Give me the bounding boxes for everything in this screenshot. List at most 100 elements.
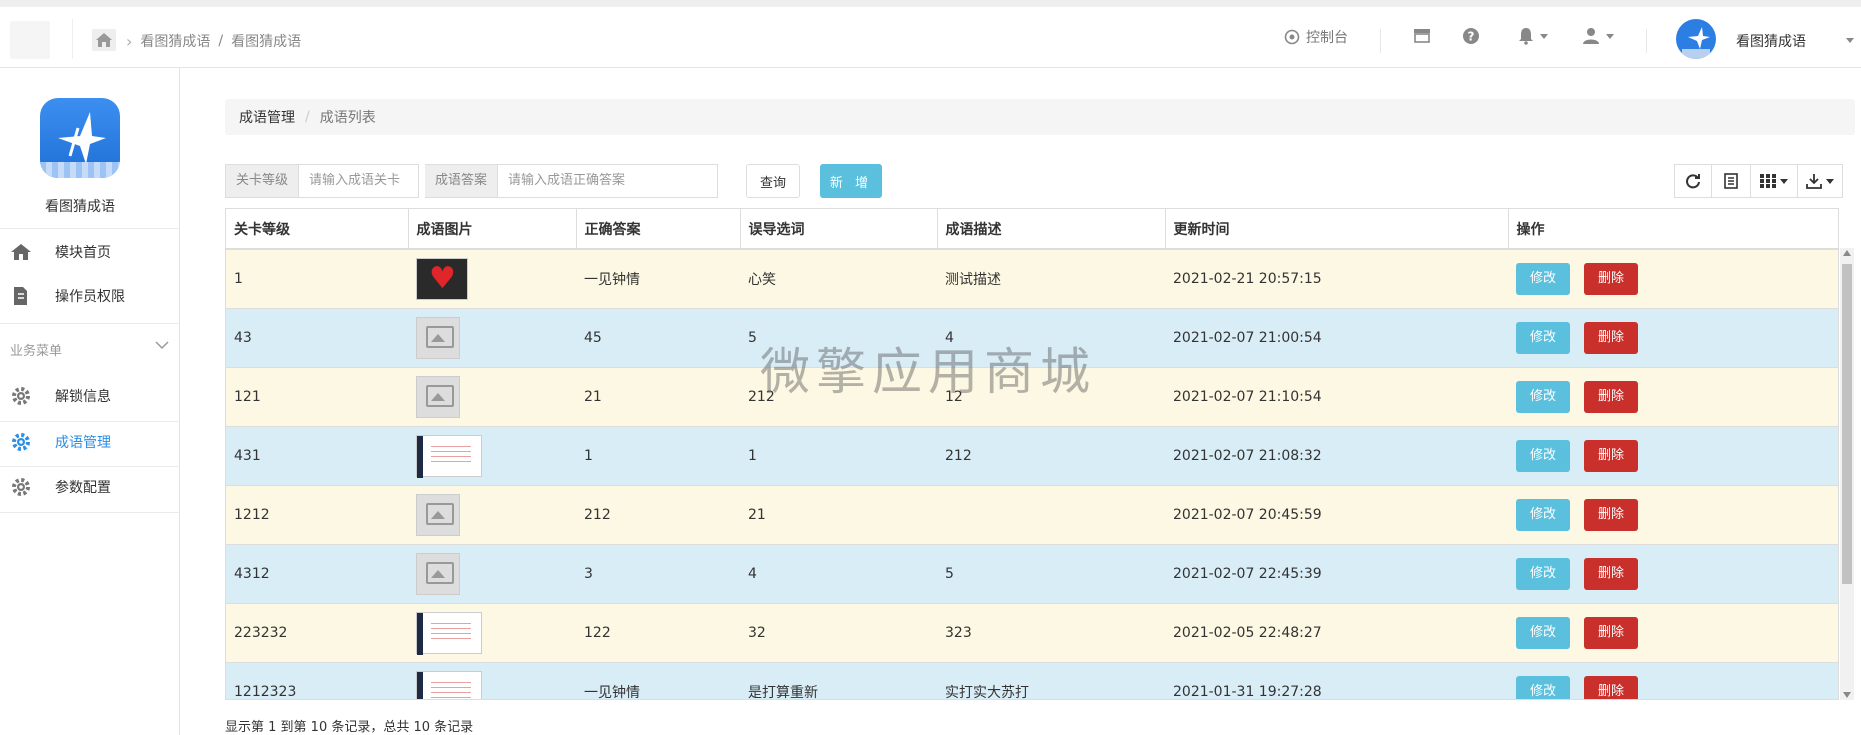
sidebar-item-unlock-info[interactable]: 解锁信息 xyxy=(0,374,180,418)
delete-button[interactable]: 删除 xyxy=(1584,616,1638,649)
delete-button[interactable]: 删除 xyxy=(1584,262,1638,295)
breadcrumb-item[interactable]: 看图猜成语 xyxy=(231,31,301,51)
breadcrumb-parent[interactable]: 成语管理 xyxy=(239,107,295,127)
image-placeholder-icon[interactable] xyxy=(416,316,460,359)
actions-cell: 修改 删除 xyxy=(1508,366,1838,426)
edit-button[interactable]: 修改 xyxy=(1516,380,1570,413)
filter-label: 关卡等级 xyxy=(225,164,300,198)
answer-search-input[interactable]: 请输入成语正确答案 xyxy=(498,164,719,198)
delete-button[interactable]: 删除 xyxy=(1584,439,1638,472)
delete-button[interactable]: 删除 xyxy=(1584,498,1638,531)
table-cell xyxy=(937,484,1165,544)
edit-button[interactable]: 修改 xyxy=(1516,439,1570,472)
breadcrumb-item[interactable]: 看图猜成语 xyxy=(140,31,210,51)
level-search-input[interactable]: 请输入成语关卡 xyxy=(299,164,420,198)
user-name[interactable]: 看图猜成语 xyxy=(1736,31,1806,51)
edit-button[interactable]: 修改 xyxy=(1516,616,1570,649)
sidebar-item-operator-permissions[interactable]: 操作员权限 xyxy=(0,274,180,318)
divider xyxy=(1646,29,1647,53)
table-row: 223232 122 32 323 2021-02-05 22:48:27 修改 删除 xyxy=(226,602,1838,662)
table-row: 121 21 212 12 2021-02-07 21:10:54 修改 删除 xyxy=(226,366,1838,426)
refresh-button[interactable] xyxy=(1674,164,1712,198)
table-cell: 45 xyxy=(576,307,740,367)
breadcrumb-separator: / xyxy=(218,33,224,49)
sidebar-item-label: 解锁信息 xyxy=(55,389,111,405)
scroll-up-icon[interactable] xyxy=(1843,250,1851,256)
table-cell xyxy=(408,484,576,544)
table-cell: 1 xyxy=(740,425,937,485)
breadcrumb: 成语管理 / 成语列表 xyxy=(225,99,1855,135)
column-header[interactable]: 更新时间 xyxy=(1165,209,1509,250)
columns-button[interactable] xyxy=(1750,164,1798,198)
table-cell: 212 xyxy=(937,425,1165,485)
console-button[interactable]: 控制台 xyxy=(1284,27,1348,47)
table-cell: 2021-02-05 22:48:27 xyxy=(1165,602,1508,662)
sidebar-item-params-config[interactable]: 参数配置 xyxy=(0,465,180,509)
delete-button[interactable]: 删除 xyxy=(1584,557,1638,590)
account-button[interactable] xyxy=(1582,27,1614,45)
image-placeholder-icon[interactable] xyxy=(416,375,460,418)
edit-button[interactable]: 修改 xyxy=(1516,262,1570,295)
column-header[interactable]: 操作 xyxy=(1508,209,1838,250)
sidebar-item-idiom-management[interactable]: 成语管理 xyxy=(0,420,180,464)
gear-icon xyxy=(10,477,32,497)
table-cell: 2021-02-07 22:45:39 xyxy=(1165,543,1508,603)
table-cell: 21 xyxy=(576,366,740,426)
divider xyxy=(0,323,180,324)
table-cell: 431 xyxy=(226,425,408,485)
home-icon[interactable] xyxy=(92,29,116,51)
idiom-image[interactable] xyxy=(416,257,468,300)
delete-button[interactable]: 删除 xyxy=(1584,380,1638,413)
idiom-image[interactable] xyxy=(416,611,482,655)
svg-text:?: ? xyxy=(1468,30,1475,44)
scrollbar-thumb[interactable] xyxy=(1842,264,1852,584)
idiom-image[interactable] xyxy=(416,434,482,478)
divider xyxy=(0,512,180,513)
list-icon xyxy=(1724,173,1738,189)
dashboard-icon xyxy=(1284,29,1300,45)
toggle-view-button[interactable] xyxy=(1711,164,1751,198)
table-cell: 122 xyxy=(576,602,740,662)
add-button[interactable]: 新 增 xyxy=(820,164,882,198)
column-header[interactable]: 成语描述 xyxy=(937,209,1166,250)
image-placeholder-icon[interactable] xyxy=(416,493,460,536)
gear-icon xyxy=(10,432,32,452)
chevron-right-icon: › xyxy=(126,31,133,51)
help-icon: ? xyxy=(1463,28,1479,44)
column-header[interactable]: 误导选词 xyxy=(740,209,938,250)
divider xyxy=(72,19,73,59)
table-cell: 3 xyxy=(576,543,740,603)
menu-toggle[interactable] xyxy=(10,21,50,59)
table-scrollbar[interactable] xyxy=(1840,248,1854,700)
actions-cell: 修改 删除 xyxy=(1508,543,1838,603)
delete-button[interactable]: 删除 xyxy=(1584,675,1638,699)
refresh-icon xyxy=(1686,174,1700,189)
table-cell: 2021-02-07 21:10:54 xyxy=(1165,366,1508,426)
edit-button[interactable]: 修改 xyxy=(1516,498,1570,531)
column-header[interactable]: 关卡等级 xyxy=(226,209,409,250)
user-icon xyxy=(1583,28,1599,44)
table-cell: 2021-02-07 21:08:32 xyxy=(1165,425,1508,485)
idiom-image[interactable] xyxy=(416,670,482,699)
table-cell: 2021-02-07 21:00:54 xyxy=(1165,307,1508,367)
avatar[interactable] xyxy=(1676,19,1716,59)
edit-button[interactable]: 修改 xyxy=(1516,675,1570,699)
sidebar-item-home[interactable]: 模块首页 xyxy=(0,230,180,274)
table-cell: 1212323 xyxy=(226,661,408,699)
chevron-down-icon[interactable] xyxy=(155,338,169,354)
edit-button[interactable]: 修改 xyxy=(1516,321,1570,354)
image-placeholder-icon[interactable] xyxy=(416,552,460,595)
export-button[interactable] xyxy=(1797,164,1843,198)
store-button[interactable] xyxy=(1413,27,1431,43)
delete-button[interactable]: 删除 xyxy=(1584,321,1638,354)
query-button[interactable]: 查询 xyxy=(746,164,800,198)
help-button[interactable]: ? xyxy=(1462,27,1480,45)
scroll-down-icon[interactable] xyxy=(1843,692,1851,698)
column-header[interactable]: 成语图片 xyxy=(408,209,577,250)
chevron-down-icon[interactable] xyxy=(1846,38,1854,43)
notifications-button[interactable] xyxy=(1518,27,1548,45)
sidebar-item-label: 参数配置 xyxy=(55,480,111,496)
table-cell xyxy=(408,543,576,603)
edit-button[interactable]: 修改 xyxy=(1516,557,1570,590)
column-header[interactable]: 正确答案 xyxy=(576,209,741,250)
